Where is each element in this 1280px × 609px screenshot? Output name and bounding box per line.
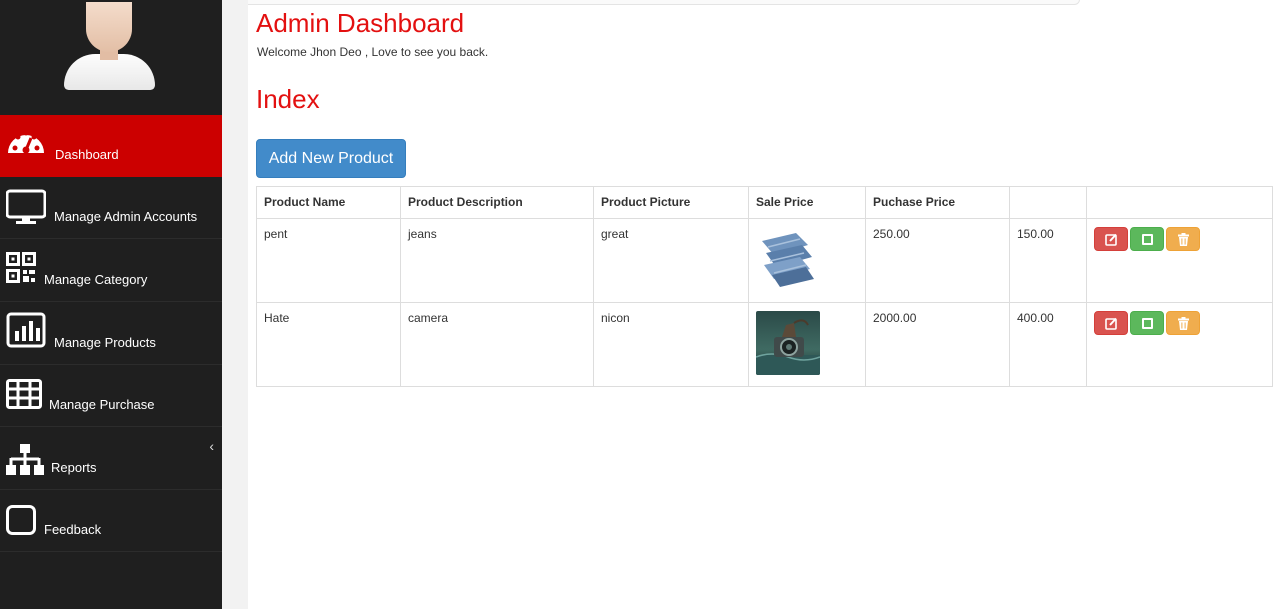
chevron-left-icon[interactable]: ‹: [209, 438, 214, 454]
view-button[interactable]: [1130, 227, 1164, 251]
monitor-icon: [5, 185, 47, 225]
edit-button[interactable]: [1094, 227, 1128, 251]
sidebar-item-label: Feedback: [44, 522, 102, 537]
product-description: jeans: [400, 218, 594, 303]
avatar: [0, 0, 222, 115]
view-icon: [1142, 318, 1153, 329]
sidebar-item-manage-category[interactable]: Manage Category: [0, 240, 222, 302]
sidebar-item-label: Manage Admin Accounts: [54, 209, 198, 224]
product-name: Hate: [256, 302, 401, 387]
sidebar-item-reports[interactable]: ‹ Reports: [0, 428, 222, 490]
sale-price: 250.00: [865, 218, 1010, 303]
product-picture-cell: [748, 302, 866, 387]
row-actions: [1086, 302, 1273, 387]
sidebar-item-manage-products[interactable]: Manage Products: [0, 303, 222, 365]
sidebar-item-label: Manage Products: [54, 335, 156, 350]
delete-button[interactable]: [1166, 227, 1200, 251]
edit-button[interactable]: [1094, 311, 1128, 335]
product-name: pent: [256, 218, 401, 303]
product-picture-cell: [748, 218, 866, 303]
page-title: Admin Dashboard: [256, 8, 465, 38]
product-picture-caption: great: [593, 218, 749, 303]
camera-photo: [755, 311, 821, 375]
sidebar-item-label: Manage Purchase: [49, 397, 155, 412]
column-header: Product Picture: [593, 186, 749, 219]
sidebar-item-dashboard[interactable]: Dashboard: [0, 115, 222, 177]
product-picture-caption: nicon: [593, 302, 749, 387]
sidebar-item-feedback[interactable]: Feedback: [0, 490, 222, 552]
purchase-price: 400.00: [1009, 302, 1087, 387]
sale-price: 2000.00: [865, 302, 1010, 387]
sidebar-item-label: Reports: [51, 460, 97, 475]
sidebar-item-label: Dashboard: [55, 147, 119, 162]
edit-icon: [1105, 233, 1117, 246]
section-title: Index: [256, 84, 320, 114]
column-header: Puchase Price: [865, 186, 1010, 219]
square-outline-icon: [6, 505, 36, 535]
qrcode-icon: [6, 252, 36, 284]
purchase-price: 150.00: [1009, 218, 1087, 303]
column-header: Sale Price: [748, 186, 866, 219]
row-actions: [1086, 218, 1273, 303]
sidebar-item-manage-admin-accounts[interactable]: Manage Admin Accounts: [0, 177, 222, 239]
dashboard-gauge-icon: [6, 123, 46, 163]
column-header: [1009, 186, 1087, 219]
view-button[interactable]: [1130, 311, 1164, 335]
column-header: [1086, 186, 1273, 219]
table-row: pent jeans great 250.00 150.00: [256, 218, 1273, 303]
edit-icon: [1105, 317, 1117, 330]
table-row: Hate camera nicon 2000.00 400.00: [256, 302, 1273, 387]
table-header-row: Product Name Product Description Product…: [256, 186, 1273, 219]
column-header: Product Description: [400, 186, 594, 219]
add-new-product-button[interactable]: Add New Product: [256, 139, 406, 178]
jeans-photo: [756, 227, 820, 291]
sitemap-icon: [6, 443, 44, 476]
main-content: Admin Dashboard Welcome Jhon Deo , Love …: [248, 0, 1280, 609]
column-header: Product Name: [256, 186, 401, 219]
sidebar-item-label: Manage Category: [44, 272, 148, 287]
products-table: Product Name Product Description Product…: [256, 186, 1273, 387]
sidebar-item-manage-purchase[interactable]: Manage Purchase: [0, 365, 222, 427]
bar-chart-icon: [6, 311, 46, 351]
content-gutter: [222, 0, 248, 609]
table-grid-icon: [6, 379, 42, 409]
view-icon: [1142, 234, 1153, 245]
sidebar: Dashboard Manage Admin Accounts Manage C…: [0, 0, 222, 609]
delete-icon: [1178, 317, 1189, 330]
delete-button[interactable]: [1166, 311, 1200, 335]
delete-icon: [1178, 233, 1189, 246]
product-description: camera: [400, 302, 594, 387]
welcome-message: Welcome Jhon Deo , Love to see you back.: [257, 45, 489, 59]
